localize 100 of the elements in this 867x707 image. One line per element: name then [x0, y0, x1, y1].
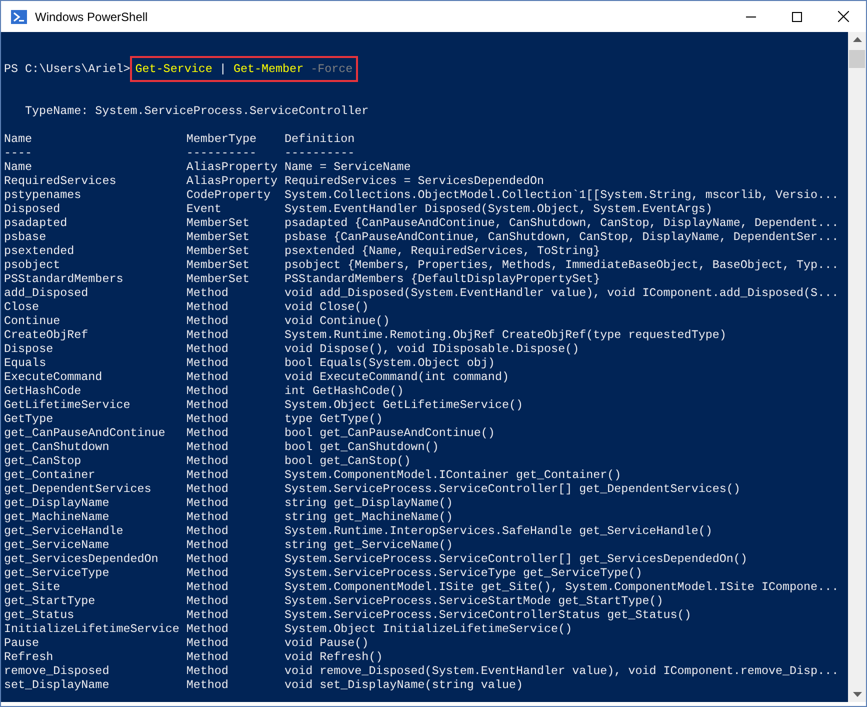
- member-type: Method: [186, 454, 230, 468]
- member-definition: System.Object GetLifetimeService(): [284, 398, 523, 412]
- member-type: Method: [186, 398, 230, 412]
- column-header: MemberType: [186, 132, 258, 146]
- member-type: Method: [186, 356, 230, 370]
- member-definition: System.ComponentModel.ISite get_Site(), System.ComponentModel.ISite ICompone...: [284, 580, 839, 594]
- member-type: CodeProperty: [186, 188, 272, 202]
- member-name: Name: [4, 160, 34, 174]
- member-type: AliasProperty: [186, 174, 279, 188]
- member-type: MemberSet: [186, 230, 250, 244]
- member-name: Dispose: [4, 342, 54, 356]
- member-type: MemberSet: [186, 216, 250, 230]
- member-definition: bool Equals(System.Object obj): [284, 356, 495, 370]
- member-name: Refresh: [4, 650, 54, 664]
- member-definition: void add_Disposed(System.EventHandler value), void IComponent.add_Disposed(S...: [284, 286, 839, 300]
- member-name: get_MachineName: [4, 510, 110, 524]
- member-name: Pause: [4, 636, 40, 650]
- member-name: get_ServiceType: [4, 566, 110, 580]
- member-name: get_ServiceHandle: [4, 524, 124, 538]
- member-type: Method: [186, 650, 230, 664]
- scroll-down-icon[interactable]: [852, 692, 862, 697]
- member-definition: psobject {Members, Properties, Methods, ImmediateBaseObject, BaseObject, Typ...: [284, 258, 839, 272]
- member-definition: System.Object InitializeLifetimeService(): [284, 622, 572, 636]
- member-name: get_ServiceName: [4, 538, 110, 552]
- member-type: Method: [186, 426, 230, 440]
- member-name: psbase: [4, 230, 48, 244]
- member-name: psadapted: [4, 216, 68, 230]
- member-definition: int GetHashCode(): [284, 384, 404, 398]
- member-type: Method: [186, 314, 230, 328]
- member-definition: void Refresh(): [284, 650, 383, 664]
- member-name: get_Site: [4, 580, 62, 594]
- member-type: Method: [186, 622, 230, 636]
- member-definition: System.Collections.ObjectModel.Collection`1[[System.String, mscorlib, Versio...: [284, 188, 839, 202]
- member-type: Method: [186, 566, 230, 580]
- member-type: Method: [186, 580, 230, 594]
- scrollbar-thumb[interactable]: [849, 50, 865, 68]
- member-definition: void ExecuteCommand(int command): [284, 370, 509, 384]
- member-definition: type GetType(): [284, 412, 383, 426]
- prompt-text: PS C:\Users\Ariel>: [4, 62, 130, 76]
- member-definition: System.Runtime.InteropServices.SafeHandle get_ServiceHandle(): [284, 524, 712, 538]
- member-definition: void Pause(): [284, 636, 369, 650]
- member-type: MemberSet: [186, 272, 250, 286]
- member-type: Method: [186, 468, 230, 482]
- member-definition: bool get_CanShutdown(): [284, 440, 439, 454]
- member-type: Method: [186, 482, 230, 496]
- member-name: get_CanPauseAndContinue: [4, 426, 166, 440]
- member-name: get_DependentServices: [4, 482, 152, 496]
- member-name: Continue: [4, 314, 62, 328]
- member-type: Method: [186, 496, 230, 510]
- vertical-scrollbar[interactable]: [848, 32, 866, 702]
- member-definition: string get_DisplayName(): [284, 496, 453, 510]
- member-definition: PSStandardMembers {DefaultDisplayPropertySet}: [284, 272, 600, 286]
- member-type: Method: [186, 538, 230, 552]
- member-name: Equals: [4, 356, 48, 370]
- member-type: Method: [186, 552, 230, 566]
- member-name: get_CanStop: [4, 454, 82, 468]
- member-type: Method: [186, 412, 230, 426]
- member-type: Method: [186, 440, 230, 454]
- member-name: GetLifetimeService: [4, 398, 132, 412]
- member-name: add_Disposed: [4, 286, 90, 300]
- member-type: Event: [186, 202, 222, 216]
- member-name: get_DisplayName: [4, 496, 110, 510]
- member-name: psobject: [4, 258, 62, 272]
- member-type: Method: [186, 594, 230, 608]
- member-definition: psadapted {CanPauseAndContinue, CanShutdown, CanStop, DisplayName, Dependent...: [284, 216, 839, 230]
- column-header: Name: [4, 132, 34, 146]
- member-name: GetType: [4, 412, 54, 426]
- member-definition: psbase {CanPauseAndContinue, CanShutdown, CanStop, DisplayName, DependentSer...: [284, 230, 839, 244]
- member-name: get_Status: [4, 608, 76, 622]
- member-type: Method: [186, 608, 230, 622]
- member-definition: bool get_CanStop(): [284, 454, 411, 468]
- member-name: get_ServicesDependedOn: [4, 552, 160, 566]
- member-definition: string get_ServiceName(): [284, 538, 453, 552]
- type-name-text: TypeName: System.ServiceProcess.ServiceController: [25, 104, 369, 118]
- member-definition: System.ServiceProcess.ServiceController[] get_ServicesDependedOn(): [284, 552, 748, 566]
- member-type: Method: [186, 524, 230, 538]
- member-definition: psextended {Name, RequiredServices, ToString}: [284, 244, 600, 258]
- member-type: Method: [186, 510, 230, 524]
- member-name: CreateObjRef: [4, 328, 90, 342]
- column-header: Definition: [284, 132, 355, 146]
- member-definition: System.Runtime.Remoting.ObjRef CreateObjRef(type requestedType): [284, 328, 726, 342]
- member-definition: Name = ServiceName: [284, 160, 411, 174]
- member-type: Method: [186, 384, 230, 398]
- scroll-up-icon[interactable]: [852, 37, 862, 42]
- header-underline: ----------: [186, 146, 258, 160]
- member-name: ExecuteCommand: [4, 370, 104, 384]
- member-type: Method: [186, 678, 230, 692]
- member-type: Method: [186, 370, 230, 384]
- member-type: MemberSet: [186, 258, 250, 272]
- member-type: Method: [186, 286, 230, 300]
- maximize-icon: [792, 12, 802, 22]
- member-definition: System.ServiceProcess.ServiceStartMode get_StartType(): [284, 594, 664, 608]
- member-type: Method: [186, 328, 230, 342]
- header-underline: ----------: [284, 146, 355, 160]
- member-name: psextended: [4, 244, 76, 258]
- member-definition: void set_DisplayName(string value): [284, 678, 523, 692]
- member-type: Method: [186, 300, 230, 314]
- member-name: PSStandardMembers: [4, 272, 124, 286]
- member-type: Method: [186, 636, 230, 650]
- member-name: InitializeLifetimeService: [4, 622, 180, 636]
